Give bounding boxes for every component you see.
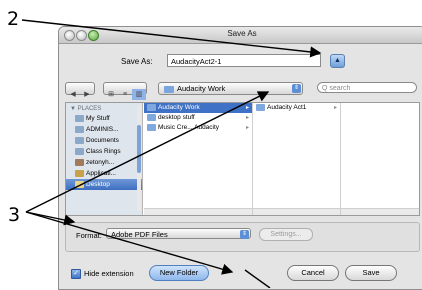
forward-arrow-icon[interactable]: ▶ (80, 89, 94, 100)
home-icon (75, 158, 84, 166)
browser-column-1: Audacity Work ▸ desktop stuff ▸ Music Cre.… (144, 103, 253, 215)
cancel-button[interactable]: Cancel (287, 265, 339, 281)
save-as-filename-input[interactable]: AudacityAct2-1 (167, 54, 321, 67)
format-label: Format: (76, 231, 102, 240)
popup-arrows-icon: ⇕ (240, 230, 249, 239)
list-item[interactable]: Audacity Act1 ▸ (253, 103, 340, 113)
list-item[interactable]: Music Cre... Audacity ▸ (144, 123, 252, 133)
desktop-icon (75, 180, 84, 188)
format-select[interactable]: Adobe PDF Files ⇕ (106, 228, 251, 239)
sidebar-item-label: Applicati... (86, 170, 116, 177)
chevron-right-icon: ▸ (245, 125, 249, 131)
hide-extension-checkbox[interactable]: ✓ Hide extension (71, 269, 134, 280)
column-scrollbar[interactable] (144, 208, 252, 215)
folder-icon (75, 114, 84, 122)
folder-icon (164, 85, 174, 93)
location-popup[interactable]: Audacity Work ⇕ (158, 82, 303, 95)
column-view-icon[interactable]: ▥ (132, 89, 146, 100)
sidebar: ▼ PLACES My Stuff ADMINIS... Documents C… (66, 103, 143, 215)
sidebar-item-my-stuff[interactable]: My Stuff (66, 113, 142, 124)
search-input[interactable]: Q search (317, 82, 417, 93)
title-bar: Save As (59, 27, 422, 44)
sidebar-item-label: My Stuff (86, 115, 110, 122)
sidebar-item-label: zetonyh... (86, 159, 115, 166)
icon-view-icon[interactable]: ⊞ (104, 89, 118, 100)
callout-2: 2 (7, 8, 20, 30)
list-item[interactable]: desktop stuff ▸ (144, 113, 252, 123)
chevron-right-icon: ▸ (245, 105, 249, 111)
file-browser: ▼ PLACES My Stuff ADMINIS... Documents C… (65, 102, 420, 216)
sidebar-item-label: Class Rings (86, 148, 121, 155)
folder-icon (147, 113, 156, 121)
dialog-title: Save As (227, 29, 257, 38)
sidebar-item-home[interactable]: zetonyh... (66, 157, 142, 168)
chevron-right-icon: ▸ (245, 115, 249, 121)
column-scrollbar[interactable] (341, 208, 419, 215)
list-item-label: desktop stuff (158, 114, 195, 121)
save-button[interactable]: Save (345, 265, 397, 281)
hide-extension-label: Hide extension (84, 269, 134, 278)
expand-dialog-button[interactable]: ▲ (330, 54, 345, 68)
column-scrollbar[interactable] (253, 208, 340, 215)
sidebar-item-label: ADMINIS... (86, 126, 119, 133)
back-arrow-icon[interactable]: ◀ (66, 89, 80, 100)
nav-buttons: ◀ ▶ (65, 82, 95, 98)
sidebar-item-desktop[interactable]: Desktop (66, 179, 142, 190)
callout-3: 3 (8, 204, 21, 226)
list-item-label: Audacity Act1 (267, 104, 307, 111)
sidebar-item-admin[interactable]: ADMINIS... (66, 124, 142, 135)
sidebar-item-class-rings[interactable]: Class Rings (66, 146, 142, 157)
list-item[interactable]: Audacity Work ▸ (144, 103, 252, 113)
save-as-label: Save As: (121, 57, 153, 66)
sidebar-scrollbar[interactable] (137, 105, 141, 211)
scroll-thumb[interactable] (137, 125, 141, 173)
drive-icon (75, 125, 84, 133)
list-view-icon[interactable]: ≡ (118, 89, 132, 100)
folder-icon (75, 136, 84, 144)
sidebar-item-label: Desktop (86, 181, 110, 188)
location-label: Audacity Work (177, 84, 226, 93)
folder-icon (75, 147, 84, 155)
view-buttons: ⊞ ≡ ▥ (103, 82, 147, 100)
list-item-label: Music Cre... Audacity (158, 124, 220, 131)
applications-icon (75, 169, 84, 177)
sidebar-item-label: Documents (86, 137, 119, 144)
popup-arrows-icon: ⇕ (292, 84, 301, 93)
save-as-dialog: Save As Save As: AudacityAct2-1 ▲ ◀ ▶ ⊞ ≡ ▥… (58, 26, 422, 290)
settings-button[interactable]: Settings... (259, 228, 313, 241)
chevron-right-icon: ▸ (333, 105, 337, 111)
folder-icon (147, 103, 156, 111)
places-heading: ▼ PLACES (70, 106, 102, 112)
list-item-label: Audacity Work (158, 104, 200, 111)
folder-icon (256, 103, 265, 111)
new-folder-button[interactable]: New Folder (149, 265, 209, 281)
sidebar-item-applications[interactable]: Applicati... (66, 168, 142, 179)
format-value: Adobe PDF Files (111, 230, 168, 239)
folder-icon (147, 123, 156, 131)
browser-toolbar: ◀ ▶ ⊞ ≡ ▥ Audacity Work ⇕ Q search (59, 82, 422, 102)
sidebar-item-documents[interactable]: Documents (66, 135, 142, 146)
format-options-panel: Format: Adobe PDF Files ⇕ Settings... (65, 222, 420, 252)
checkmark-icon: ✓ (71, 269, 81, 280)
browser-column-2: Audacity Act1 ▸ (253, 103, 341, 215)
browser-column-3 (341, 103, 419, 215)
